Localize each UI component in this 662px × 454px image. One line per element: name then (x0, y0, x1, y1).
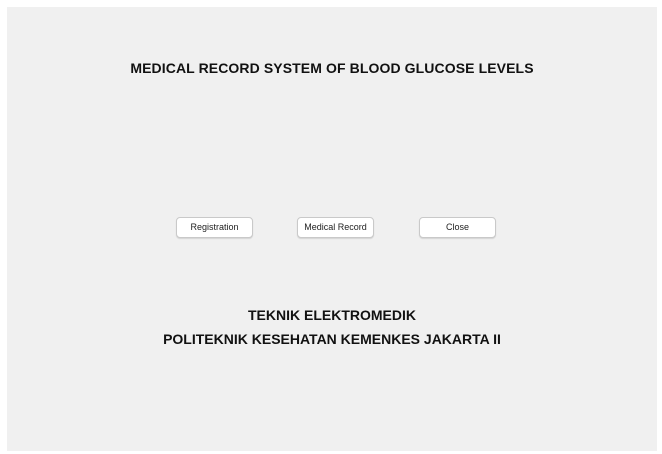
page-title: MEDICAL RECORD SYSTEM OF BLOOD GLUCOSE L… (130, 60, 534, 76)
close-button[interactable]: Close (419, 217, 496, 238)
main-window: MEDICAL RECORD SYSTEM OF BLOOD GLUCOSE L… (7, 7, 657, 451)
department-label: TEKNIK ELEKTROMEDIK (248, 307, 416, 323)
medical-record-button[interactable]: Medical Record (297, 217, 374, 238)
institution-label: POLITEKNIK KESEHATAN KEMENKES JAKARTA II (163, 331, 501, 347)
registration-button[interactable]: Registration (176, 217, 253, 238)
